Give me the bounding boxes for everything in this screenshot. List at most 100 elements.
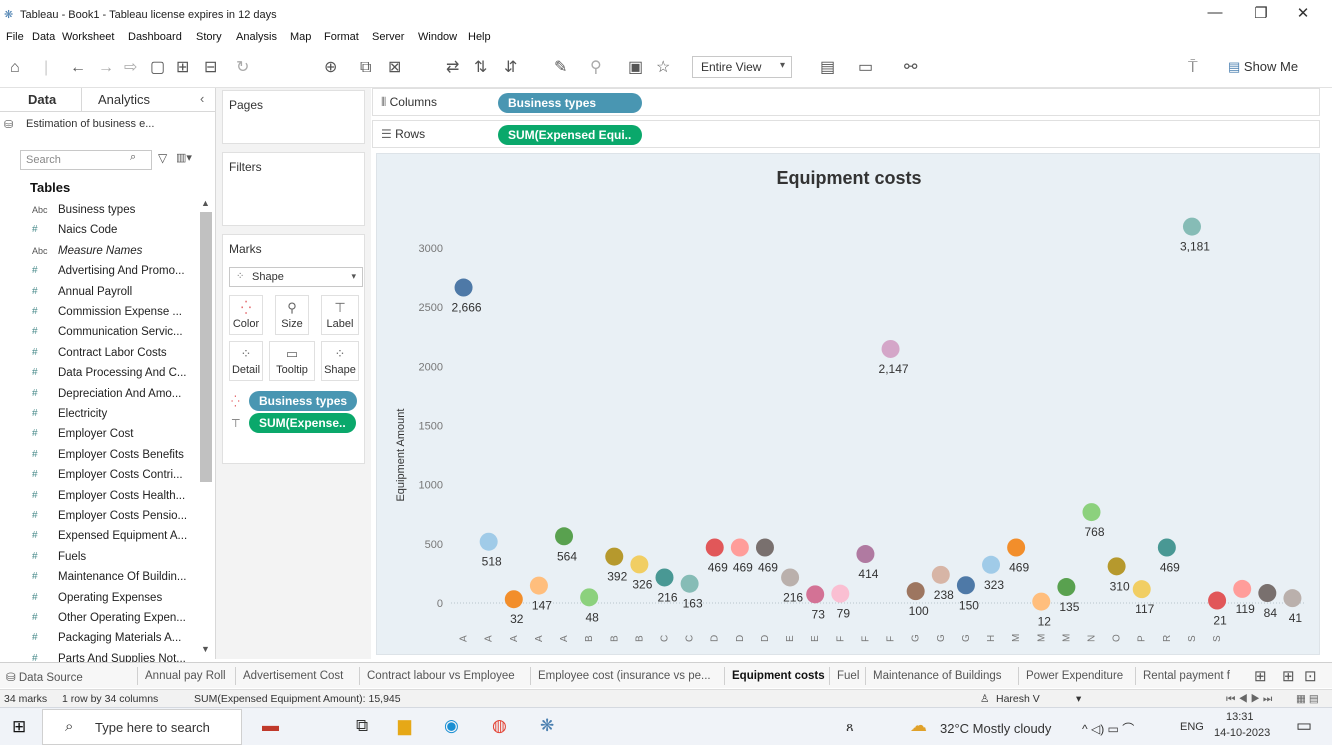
field-item[interactable]: # Employer Costs Benefits <box>0 446 200 466</box>
share-icon[interactable]: ⚯ <box>904 58 917 78</box>
close-button[interactable]: ✕ <box>1288 4 1318 22</box>
people-icon[interactable]: ጸ <box>846 719 854 735</box>
rows-shelf[interactable]: ☰ Rows SUM(Expensed Equi.. <box>372 120 1320 148</box>
field-scrollbar[interactable]: ▲ ▼ <box>198 198 214 658</box>
train-widget-icon[interactable]: ▬ <box>262 716 279 736</box>
mark-pill-sum-expense[interactable]: SUM(Expense.. <box>249 413 356 433</box>
field-item[interactable]: # Contract Labor Costs <box>0 344 200 364</box>
size-button[interactable]: ⚲ Size <box>275 295 309 335</box>
new-dashboard-icon[interactable]: ⊞ <box>1282 667 1295 685</box>
field-item[interactable]: # Expensed Equipment A... <box>0 527 200 547</box>
menu-worksheet[interactable]: Worksheet <box>62 31 114 43</box>
show-me-button[interactable]: ▤ Show Me <box>1228 59 1298 75</box>
show-cards-icon[interactable]: ▤ <box>820 58 835 78</box>
sheet-tab[interactable]: Fuel <box>837 670 859 682</box>
collapse-icon[interactable]: ‹ <box>200 91 204 106</box>
search-icon[interactable]: ⌕ <box>130 151 136 164</box>
sheet-tab[interactable]: Maintenance of Buildings <box>873 670 1002 682</box>
sort-asc-icon[interactable]: ⇅ <box>474 58 487 78</box>
highlight-icon[interactable]: ✎ <box>554 58 567 78</box>
menu-data[interactable]: Data <box>32 31 55 43</box>
undo-icon[interactable]: ← <box>70 58 86 78</box>
tableau-taskbar-icon[interactable]: ❋ <box>540 716 554 736</box>
scatter-chart[interactable]: 0 500 1000 1500 2000 2500 3000 Equipment Amount… <box>377 154 1321 656</box>
data-source-name[interactable]: Estimation of business e... <box>26 118 154 130</box>
status-user[interactable]: Haresh V <box>996 693 1040 705</box>
file-explorer-icon[interactable]: ▆ <box>398 716 411 736</box>
restore-button[interactable]: ❐ <box>1246 4 1276 22</box>
clock-date[interactable]: 14-10-2023 <box>1214 727 1270 739</box>
tab-analytics[interactable]: Analytics <box>98 92 150 107</box>
fit-dropdown[interactable]: Entire View ▾ <box>692 56 792 78</box>
detail-button[interactable]: ⁘ Detail <box>229 341 263 381</box>
scroll-thumb[interactable] <box>200 212 212 482</box>
field-item[interactable]: # Electricity <box>0 405 200 425</box>
tab-data[interactable]: Data <box>0 88 82 112</box>
home-icon[interactable]: ⌂ <box>10 58 20 78</box>
field-item[interactable]: # Other Operating Expen... <box>0 609 200 629</box>
sheet-tab[interactable]: Rental payment f <box>1143 670 1230 682</box>
menu-dashboard[interactable]: Dashboard <box>128 31 182 43</box>
new-story-icon[interactable]: ⊡ <box>1304 667 1317 685</box>
label-button[interactable]: ⊤ Label <box>321 295 359 335</box>
filter-icon[interactable]: ▽ <box>158 151 167 165</box>
field-item[interactable]: # Packaging Materials A... <box>0 629 200 649</box>
new-worksheet-icon[interactable]: ⊕ <box>324 58 337 78</box>
menu-analysis[interactable]: Analysis <box>236 31 277 43</box>
scroll-down-icon[interactable]: ▼ <box>201 644 210 654</box>
sort-desc-icon[interactable]: ⇵ <box>504 58 517 78</box>
mark-pill-business-types[interactable]: Business types <box>249 391 358 411</box>
presentation-icon[interactable]: ▭ <box>858 58 873 78</box>
shape-button[interactable]: ⁘ Shape <box>321 341 359 381</box>
sheet-tab[interactable]: Advertisement Cost <box>243 670 343 682</box>
field-item[interactable]: # Communication Servic... <box>0 323 200 343</box>
pin-icon[interactable]: ☆ <box>656 58 670 78</box>
task-view-icon[interactable]: ⧉ <box>356 716 368 736</box>
sheet-tab[interactable]: Annual pay Roll <box>145 670 226 682</box>
chrome-icon[interactable]: ◍ <box>492 716 507 736</box>
field-item[interactable]: # Employer Costs Health... <box>0 487 200 507</box>
field-item[interactable]: # Fuels <box>0 548 200 568</box>
sheet-tab[interactable]: Contract labour vs Employee <box>367 670 515 682</box>
redo-icon[interactable]: → <box>98 58 114 78</box>
field-item[interactable]: # Naics Code <box>0 221 200 241</box>
field-item[interactable]: # Maintenance Of Buildin... <box>0 568 200 588</box>
refresh-icon[interactable]: ↻ <box>236 58 249 78</box>
field-item[interactable]: # Employer Costs Pensio... <box>0 507 200 527</box>
chevron-down-icon[interactable]: ▾ <box>1076 693 1081 705</box>
tooltip-button[interactable]: ▭ Tooltip <box>269 341 315 381</box>
pages-card[interactable]: Pages <box>222 90 365 144</box>
sheet-tab[interactable]: Equipment costs <box>732 670 825 682</box>
add-sheet-icon[interactable]: ⊞ <box>1254 667 1267 685</box>
clear-sheet-icon[interactable]: ⊠ <box>388 58 401 78</box>
field-item[interactable]: # Operating Expenses <box>0 589 200 609</box>
taskbar-search[interactable]: ⌕ Type here to search <box>42 709 242 745</box>
viz-area[interactable]: Equipment costs 0 500 1000 1500 2000 2500 3000… <box>376 153 1320 655</box>
columns-pill[interactable]: Business types <box>498 93 642 113</box>
tooltip-icon[interactable]: ⍑ <box>1188 58 1198 78</box>
clock-time[interactable]: 13:31 <box>1226 711 1254 723</box>
tray-icons[interactable]: ^ ◁) ▭ ⌒ <box>1082 720 1134 737</box>
field-item[interactable]: # Commission Expense ... <box>0 303 200 323</box>
pause-updates-icon[interactable]: ⊟ <box>204 58 217 78</box>
weather-icon[interactable]: ☁ <box>910 716 927 736</box>
color-button[interactable]: ⁛ Color <box>229 295 263 335</box>
field-item[interactable]: # Employer Costs Contri... <box>0 466 200 486</box>
weather-text[interactable]: 32°C Mostly cloudy <box>940 721 1051 736</box>
sheet-tab[interactable]: Power Expenditure <box>1026 670 1123 682</box>
view-options-icon[interactable]: ▥▾ <box>176 151 192 164</box>
tab-data-source[interactable]: ⛁ Data Source <box>6 670 83 684</box>
menu-server[interactable]: Server <box>372 31 404 43</box>
menu-window[interactable]: Window <box>418 31 457 43</box>
menu-story[interactable]: Story <box>196 31 222 43</box>
sheet-tab[interactable]: Employee cost (insurance vs pe... <box>538 670 711 682</box>
field-item[interactable]: # Annual Payroll <box>0 283 200 303</box>
field-item[interactable]: # Employer Cost <box>0 425 200 445</box>
swap-icon[interactable]: ⇄ <box>446 58 459 78</box>
edge-icon[interactable]: ◉ <box>444 716 459 736</box>
filters-card[interactable]: Filters <box>222 152 365 226</box>
menu-format[interactable]: Format <box>324 31 359 43</box>
columns-shelf[interactable]: ⦀ Columns Business types <box>372 88 1320 116</box>
field-item[interactable]: Abc Business types <box>0 201 200 221</box>
windows-start-icon[interactable]: ⊞ <box>12 717 26 737</box>
